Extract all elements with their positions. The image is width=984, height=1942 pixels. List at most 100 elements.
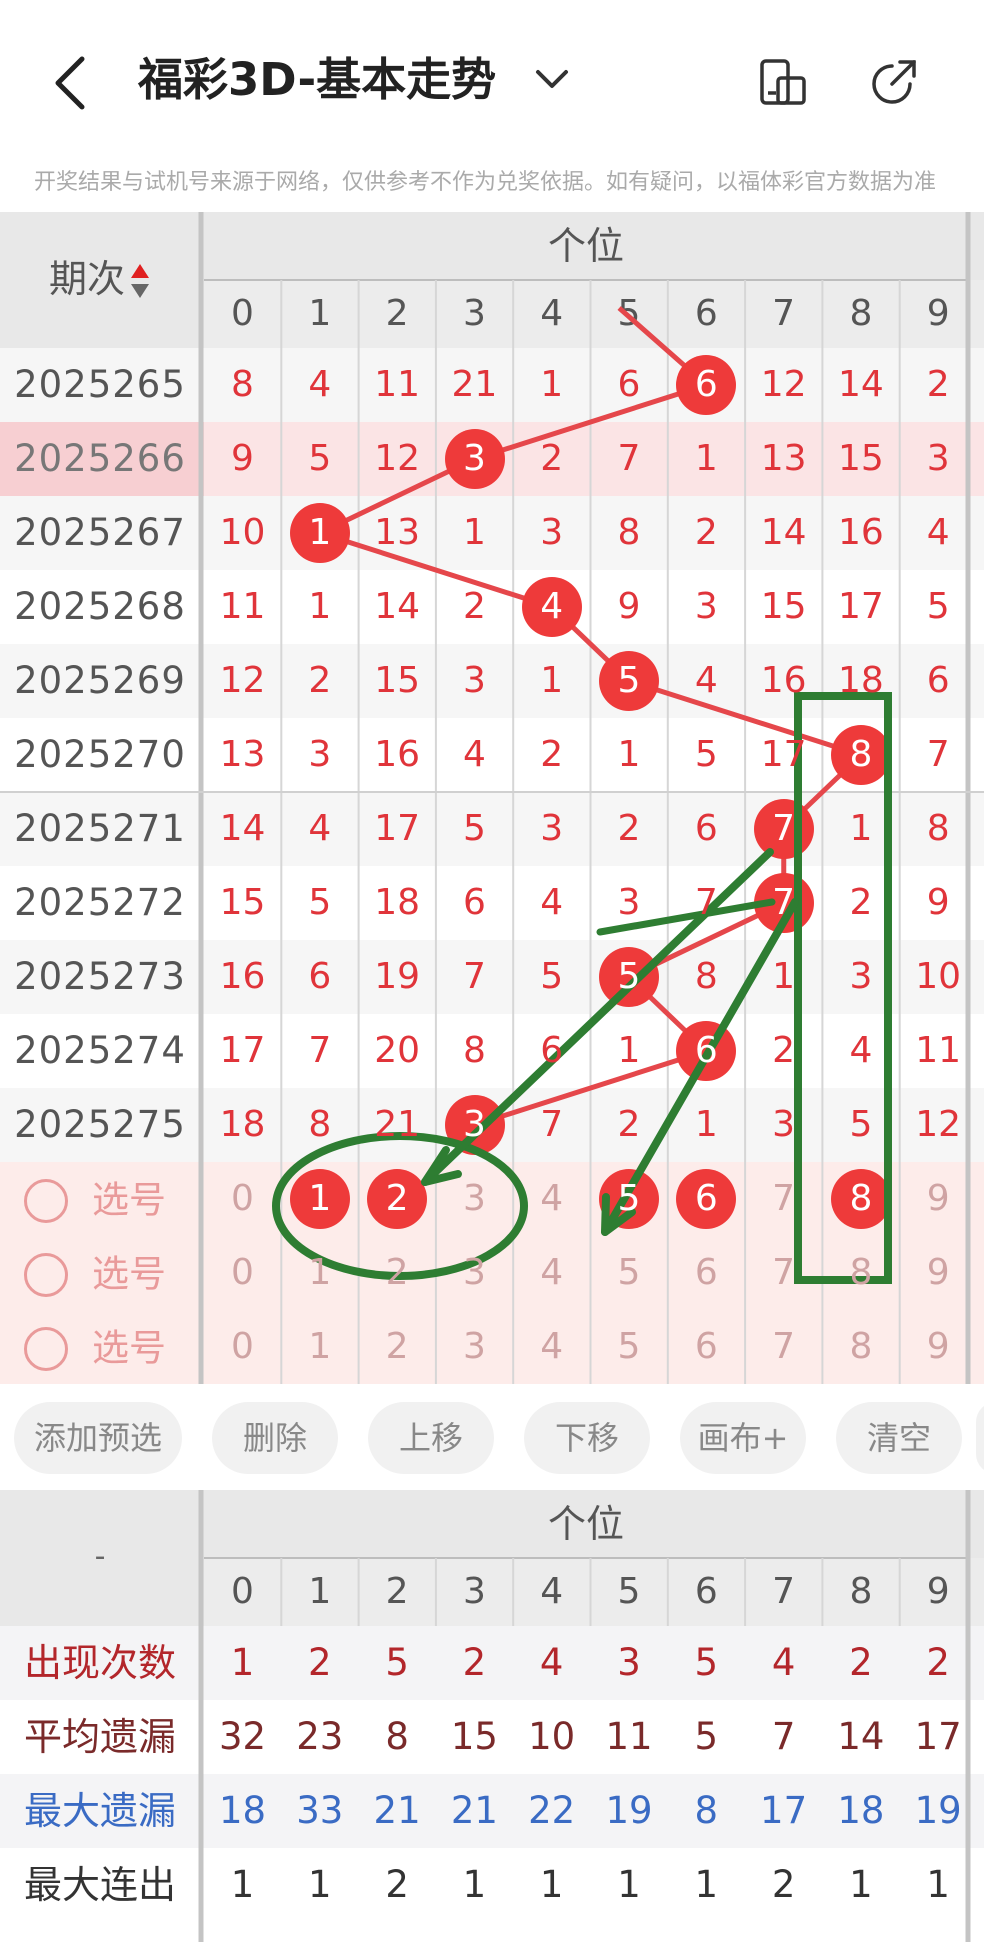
select-label: 选号 — [92, 1326, 166, 1370]
omission-value: 16 — [219, 956, 266, 997]
selectable-digit[interactable]: 8 — [822, 1310, 899, 1384]
move-up-button[interactable]: 上移 — [368, 1402, 494, 1474]
omission-value: 18 — [219, 1104, 266, 1145]
stat-value: 19 — [914, 1789, 962, 1832]
selectable-digit[interactable]: 7 — [745, 1236, 822, 1310]
sort-icon[interactable] — [129, 262, 151, 302]
selectable-digit[interactable]: 3 — [436, 1310, 513, 1384]
selectable-digit[interactable]: 4 — [513, 1236, 590, 1310]
page-title[interactable]: 福彩3D-基本走势 — [138, 48, 496, 112]
issue-header-label: 期次 — [48, 257, 125, 301]
selectable-digit[interactable]: 5 — [591, 1236, 668, 1310]
selectable-digit[interactable]: 3 — [436, 1236, 513, 1310]
selectable-digit[interactable]: 0 — [204, 1162, 281, 1236]
digit-header: 5 — [617, 293, 641, 334]
selectable-digit[interactable]: 7 — [745, 1310, 822, 1384]
selectable-digit[interactable]: 3 — [436, 1162, 513, 1236]
move-down-button[interactable]: 下移 — [524, 1402, 650, 1474]
selectable-digit[interactable]: 6 — [668, 1236, 745, 1310]
action-toolbar: 添加预选 删除 上移 下移 画布+ 清空 — [0, 1384, 984, 1490]
omission-value: 1 — [540, 660, 564, 701]
selectable-digit[interactable]: 1 — [281, 1236, 358, 1310]
canvas-plus-button[interactable]: 画布+ — [680, 1402, 806, 1474]
omission-value: 9 — [926, 882, 950, 923]
omission-value: 11 — [374, 364, 420, 405]
omission-value: 7 — [694, 882, 718, 923]
selectable-digit[interactable]: 5 — [591, 1310, 668, 1384]
omission-value: 12 — [915, 1104, 962, 1145]
omission-value: 3 — [462, 660, 486, 701]
stat-value: 11 — [605, 1715, 653, 1758]
digit-header: 4 — [540, 293, 564, 334]
digit-header: 9 — [926, 293, 950, 334]
chevron-down-icon[interactable] — [534, 64, 570, 94]
digit-header: 8 — [849, 293, 873, 334]
share-icon[interactable] — [870, 56, 920, 106]
stat-value: 10 — [528, 1715, 576, 1758]
radio-circle-icon[interactable] — [24, 1326, 68, 1371]
selectable-digit[interactable]: 6 — [668, 1310, 745, 1384]
omission-value: 8 — [694, 956, 718, 997]
select-row-toggle[interactable]: 选号 — [0, 1310, 200, 1384]
omission-value: 20 — [374, 1030, 420, 1071]
stat-value: 1 — [849, 1863, 873, 1906]
selectable-digit[interactable]: 0 — [204, 1310, 281, 1384]
omission-value: 1 — [462, 512, 486, 553]
omission-value: 12 — [760, 364, 807, 405]
stat-value: 14 — [837, 1715, 885, 1758]
omission-value: 13 — [760, 438, 807, 479]
add-preselect-button[interactable]: 添加预选 — [14, 1402, 182, 1474]
selectable-digit[interactable]: 0 — [204, 1236, 281, 1310]
omission-value: 2 — [849, 882, 873, 923]
select-row-toggle[interactable]: 选号 — [0, 1236, 200, 1310]
stat-value: 33 — [296, 1789, 344, 1832]
omission-value: 5 — [308, 438, 332, 479]
selectable-digit[interactable]: 9 — [900, 1162, 977, 1236]
digit-header: 1 — [308, 293, 332, 334]
stats-digit-header: 7 — [772, 1571, 796, 1612]
selectable-digit[interactable]: 4 — [513, 1162, 590, 1236]
stat-value: 5 — [694, 1641, 719, 1684]
delete-button[interactable]: 删除 — [212, 1402, 338, 1474]
back-icon[interactable] — [48, 55, 92, 111]
radio-circle-icon[interactable] — [24, 1252, 68, 1297]
omission-value: 15 — [374, 660, 420, 701]
omission-value: 5 — [540, 956, 564, 997]
issue-header[interactable]: 期次 — [0, 242, 200, 316]
clear-button[interactable]: 清空 — [836, 1402, 962, 1474]
trend-table: 个位 期次 0 1 2 3 4 5 6 7 8 9 2025265 8 4 11 21 1 6 12 14 2 202526… — [0, 212, 984, 1384]
omission-value: 2 — [617, 808, 641, 849]
omission-value: 18 — [837, 660, 884, 701]
omission-value: 4 — [462, 734, 486, 775]
selectable-digit[interactable]: 2 — [359, 1236, 436, 1310]
issue-number: 2025271 — [14, 807, 186, 850]
omission-value: 17 — [219, 1030, 266, 1071]
selectable-digit[interactable]: 8 — [822, 1236, 899, 1310]
omission-value: 3 — [926, 438, 950, 479]
stats-digit-header: 6 — [694, 1571, 718, 1612]
stat-value: 4 — [771, 1641, 796, 1684]
selectable-digit[interactable]: 9 — [900, 1236, 977, 1310]
omission-value: 7 — [462, 956, 486, 997]
stats-digit-header: 4 — [540, 1571, 564, 1612]
omission-value: 4 — [849, 1030, 873, 1071]
stat-value: 17 — [914, 1715, 962, 1758]
omission-value: 1 — [617, 734, 641, 775]
selectable-digit[interactable]: 7 — [745, 1162, 822, 1236]
selectable-digit[interactable]: 9 — [900, 1310, 977, 1384]
more-button[interactable] — [976, 1402, 984, 1474]
layout-icon[interactable] — [758, 58, 808, 106]
selectable-digit[interactable]: 4 — [513, 1310, 590, 1384]
stat-value: 1 — [694, 1863, 719, 1906]
omission-value: 13 — [374, 512, 420, 553]
radio-circle-icon[interactable] — [24, 1178, 68, 1223]
omission-value: 21 — [374, 1104, 420, 1145]
selectable-digit[interactable]: 2 — [359, 1310, 436, 1384]
select-label: 选号 — [92, 1252, 166, 1296]
select-row-toggle[interactable]: 选号 — [0, 1162, 200, 1236]
selectable-digit[interactable]: 1 — [281, 1310, 358, 1384]
omission-value: 16 — [374, 734, 420, 775]
omission-value: 11 — [219, 586, 266, 627]
digit-header: 2 — [385, 293, 409, 334]
stat-value: 23 — [296, 1715, 344, 1758]
